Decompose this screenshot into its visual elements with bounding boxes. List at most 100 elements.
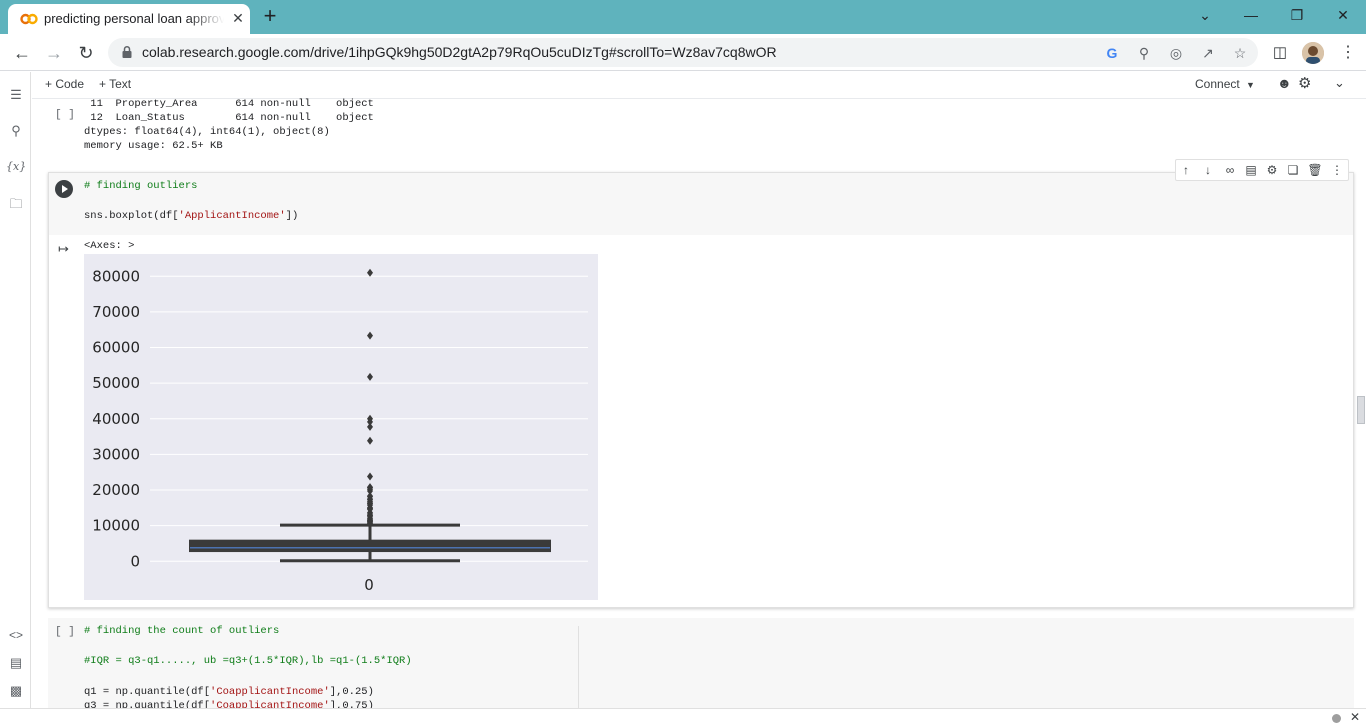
more-options-icon[interactable]: ⋮ xyxy=(1328,162,1346,178)
eye-off-icon[interactable]: ◎ xyxy=(1166,43,1186,63)
side-panel-icon[interactable]: ◫ xyxy=(1266,39,1294,67)
settings-gear-icon[interactable]: ⚙ xyxy=(1298,74,1311,92)
cell-toolbar: ↑ ↓ ∞ ▤ ⚙ ❏ 🗑 ⋮ xyxy=(1175,159,1349,181)
lock-icon xyxy=(122,45,132,58)
x-tick-label: 0 xyxy=(364,576,374,594)
collapse-chevron-icon[interactable]: ⌄ xyxy=(1334,75,1345,91)
code-comment: # finding outliers xyxy=(84,180,198,192)
cell-execution-bracket[interactable]: [ ] xyxy=(55,109,75,121)
code-text: ]) xyxy=(285,210,299,222)
colab-logo-icon xyxy=(20,13,38,25)
y-tick-label: 20000 xyxy=(92,481,140,499)
reload-icon[interactable]: ↻ xyxy=(72,39,100,67)
output-line: 12 Loan_Status 614 non-null object xyxy=(84,112,374,124)
tab-title-fade xyxy=(188,8,224,28)
share-icon[interactable]: ↗ xyxy=(1198,43,1218,63)
forward-arrow-icon[interactable]: → xyxy=(40,39,68,67)
minimize-button[interactable]: — xyxy=(1228,0,1274,32)
files-icon[interactable]: 🗀 xyxy=(6,195,26,213)
browser-menu-icon[interactable]: ⋮ xyxy=(1334,39,1362,67)
move-up-icon[interactable]: ↑ xyxy=(1177,162,1195,178)
y-tick-label: 30000 xyxy=(92,445,140,463)
y-tick-label: 70000 xyxy=(92,303,140,321)
tab-search-icon[interactable]: ⌄ xyxy=(1182,0,1228,32)
code-line: sns.boxplot(df['ApplicantIncome']) xyxy=(84,210,298,222)
iqr-box xyxy=(189,539,551,553)
browser-tab-strip: predicting personal loan approva ✕ + ⌄ —… xyxy=(0,0,1366,34)
connect-button[interactable]: Connect xyxy=(1195,77,1240,91)
comment-icon[interactable]: ▤ xyxy=(1242,162,1260,178)
browser-tab[interactable]: predicting personal loan approva ✕ xyxy=(8,4,250,34)
browser-toolbar: ← → ↻ colab.research.google.com/drive/1i… xyxy=(0,34,1366,71)
outlier-point xyxy=(367,472,373,481)
terminal-icon[interactable]: ▩ xyxy=(6,682,26,700)
play-icon xyxy=(62,185,68,193)
back-arrow-icon[interactable]: ← xyxy=(8,39,36,67)
tab-close-icon[interactable]: ✕ xyxy=(230,10,246,26)
command-palette-icon[interactable]: ▤ xyxy=(6,654,26,672)
code-comment: # finding the count of outliers xyxy=(84,625,280,637)
url-text: colab.research.google.com/drive/1ihpGQk9… xyxy=(142,44,777,60)
run-cell-button[interactable] xyxy=(55,180,73,198)
status-indicator-icon xyxy=(1332,714,1341,723)
share-people-icon[interactable]: ☻ xyxy=(1277,75,1292,91)
outlier-point xyxy=(367,268,373,277)
code-text: ],0.75) xyxy=(329,700,374,708)
close-status-icon[interactable]: ✕ xyxy=(1350,710,1360,724)
boxplot-chart: 0 10000 20000 30000 40000 50000 60000 70000 8000… xyxy=(84,254,598,600)
code-text: ],0.25) xyxy=(329,686,374,698)
outlier-point xyxy=(367,372,373,381)
colab-toolbar: + Code + Text Connect ▼ ☻ ⚙ ⌄ xyxy=(32,72,1366,99)
search-icon[interactable]: ⚲ xyxy=(6,122,26,140)
address-bar[interactable]: colab.research.google.com/drive/1ihpGQk9… xyxy=(108,38,1258,67)
y-tick-label: 10000 xyxy=(92,517,140,535)
code-text: q3 = np.quantile(df[ xyxy=(84,700,211,708)
add-code-button[interactable]: + Code xyxy=(45,77,84,91)
output-text: <Axes: > xyxy=(84,240,135,252)
scrollbar-thumb[interactable] xyxy=(1357,396,1365,424)
code-text: sns.boxplot(df[ xyxy=(84,210,179,222)
output-line: memory usage: 62.5+ KB xyxy=(84,140,223,152)
y-tick-label: 60000 xyxy=(92,339,140,357)
output-line: 11 Property_Area 614 non-null object xyxy=(84,98,374,110)
move-down-icon[interactable]: ↓ xyxy=(1199,162,1217,178)
status-bar: ✕ xyxy=(0,708,1366,728)
cell-settings-icon[interactable]: ⚙ xyxy=(1263,162,1281,178)
code-string: 'CoapplicantIncome' xyxy=(210,686,330,698)
connect-dropdown-icon[interactable]: ▼ xyxy=(1246,80,1255,90)
output-actions-icon[interactable]: ↦ xyxy=(58,241,69,257)
outlier-point xyxy=(367,331,373,340)
y-tick-label: 50000 xyxy=(92,374,140,392)
outlier-point xyxy=(367,436,373,445)
ruler-line xyxy=(578,626,579,708)
close-window-button[interactable]: ✕ xyxy=(1320,0,1366,32)
outlier-point xyxy=(367,422,373,431)
code-string: 'CoapplicantIncome' xyxy=(210,700,330,708)
boxplot-svg: 0 10000 20000 30000 40000 50000 60000 70000 8000… xyxy=(92,267,588,594)
add-text-button[interactable]: + Text xyxy=(99,77,131,91)
code-line: q3 = np.quantile(df['CoapplicantIncome']… xyxy=(84,700,374,708)
google-icon[interactable]: G xyxy=(1102,43,1122,63)
code-comment: #IQR = q3-q1....., ub =q3+(1.5*IQR),lb =… xyxy=(84,655,412,667)
y-tick-label: 40000 xyxy=(92,410,140,428)
cell-execution-bracket[interactable]: [ ] xyxy=(55,626,75,638)
toc-icon[interactable]: ☰ xyxy=(6,86,26,104)
colab-left-sidebar: ☰ ⚲ {x} 🗀 <> ▤ ▩ xyxy=(0,72,31,708)
zoom-icon[interactable]: ⚲ xyxy=(1134,43,1154,63)
mirror-cell-icon[interactable]: ❏ xyxy=(1284,162,1302,178)
code-snippets-icon[interactable]: <> xyxy=(6,626,26,644)
code-line: q1 = np.quantile(df['CoapplicantIncome']… xyxy=(84,686,374,698)
link-icon[interactable]: ∞ xyxy=(1221,162,1239,178)
output-line: dtypes: float64(4), int64(1), object(8) xyxy=(84,126,330,138)
code-editor[interactable] xyxy=(49,173,1353,235)
profile-avatar[interactable] xyxy=(1302,42,1324,64)
variables-icon[interactable]: {x} xyxy=(6,158,26,176)
avatar-image xyxy=(1302,42,1324,64)
y-tick-label: 0 xyxy=(130,552,140,570)
delete-icon[interactable]: 🗑 xyxy=(1306,162,1324,178)
bookmark-star-icon[interactable]: ☆ xyxy=(1230,43,1250,63)
new-tab-button[interactable]: + xyxy=(258,5,282,28)
restore-button[interactable]: ❐ xyxy=(1274,0,1320,32)
y-tick-label: 80000 xyxy=(92,267,140,285)
code-string: 'ApplicantIncome' xyxy=(178,210,286,222)
